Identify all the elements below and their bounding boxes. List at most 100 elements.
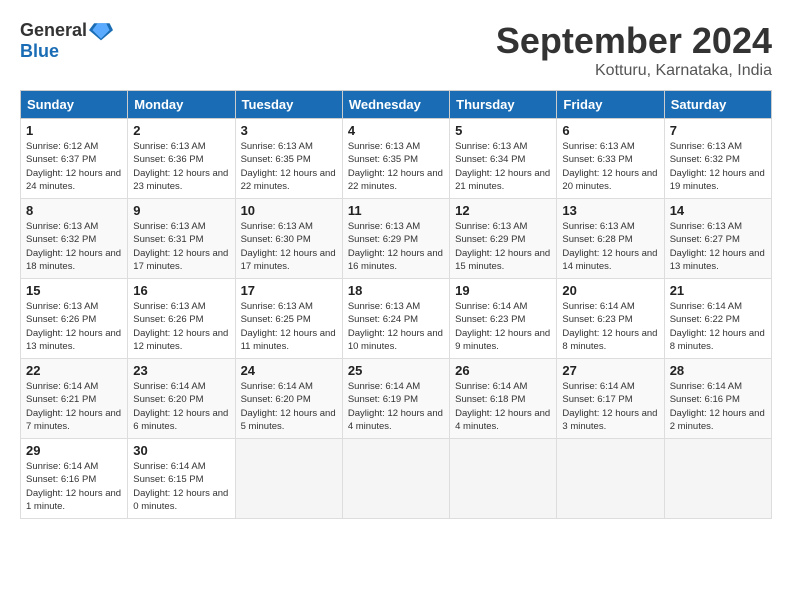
day-number: 1 xyxy=(26,123,122,138)
day-info: Sunrise: 6:13 AMSunset: 6:34 PMDaylight:… xyxy=(455,140,551,193)
calendar-week-1: 1 Sunrise: 6:12 AMSunset: 6:37 PMDaylight… xyxy=(21,119,772,199)
day-number: 20 xyxy=(562,283,658,298)
day-number: 17 xyxy=(241,283,337,298)
day-number: 16 xyxy=(133,283,229,298)
table-row: 20 Sunrise: 6:14 AMSunset: 6:23 PMDayligh… xyxy=(557,279,664,359)
logo-icon xyxy=(89,21,113,41)
table-row: 12 Sunrise: 6:13 AMSunset: 6:29 PMDayligh… xyxy=(450,199,557,279)
calendar-week-4: 22 Sunrise: 6:14 AMSunset: 6:21 PMDayligh… xyxy=(21,359,772,439)
day-info: Sunrise: 6:13 AMSunset: 6:32 PMDaylight:… xyxy=(26,220,122,273)
day-number: 22 xyxy=(26,363,122,378)
day-info: Sunrise: 6:14 AMSunset: 6:15 PMDaylight:… xyxy=(133,460,229,513)
header: General Blue September 2024 Kotturu, Kar… xyxy=(20,20,772,80)
table-row: 28 Sunrise: 6:14 AMSunset: 6:16 PMDayligh… xyxy=(664,359,771,439)
day-number: 27 xyxy=(562,363,658,378)
logo-general: General xyxy=(20,20,87,41)
day-number: 29 xyxy=(26,443,122,458)
col-monday: Monday xyxy=(128,91,235,119)
table-row: 9 Sunrise: 6:13 AMSunset: 6:31 PMDaylight… xyxy=(128,199,235,279)
day-number: 28 xyxy=(670,363,766,378)
logo-text: General xyxy=(20,20,113,41)
day-info: Sunrise: 6:13 AMSunset: 6:27 PMDaylight:… xyxy=(670,220,766,273)
day-info: Sunrise: 6:14 AMSunset: 6:20 PMDaylight:… xyxy=(133,380,229,433)
day-info: Sunrise: 6:13 AMSunset: 6:25 PMDaylight:… xyxy=(241,300,337,353)
table-row: 13 Sunrise: 6:13 AMSunset: 6:28 PMDayligh… xyxy=(557,199,664,279)
day-info: Sunrise: 6:13 AMSunset: 6:33 PMDaylight:… xyxy=(562,140,658,193)
table-row xyxy=(342,439,449,519)
day-number: 24 xyxy=(241,363,337,378)
table-row xyxy=(664,439,771,519)
month-title: September 2024 xyxy=(496,20,772,62)
col-thursday: Thursday xyxy=(450,91,557,119)
day-info: Sunrise: 6:12 AMSunset: 6:37 PMDaylight:… xyxy=(26,140,122,193)
logo-blue: Blue xyxy=(20,41,59,62)
calendar-body: 1 Sunrise: 6:12 AMSunset: 6:37 PMDaylight… xyxy=(21,119,772,519)
table-row: 25 Sunrise: 6:14 AMSunset: 6:19 PMDayligh… xyxy=(342,359,449,439)
table-row: 24 Sunrise: 6:14 AMSunset: 6:20 PMDayligh… xyxy=(235,359,342,439)
table-row: 8 Sunrise: 6:13 AMSunset: 6:32 PMDaylight… xyxy=(21,199,128,279)
day-number: 25 xyxy=(348,363,444,378)
day-info: Sunrise: 6:14 AMSunset: 6:23 PMDaylight:… xyxy=(455,300,551,353)
table-row: 6 Sunrise: 6:13 AMSunset: 6:33 PMDaylight… xyxy=(557,119,664,199)
day-number: 14 xyxy=(670,203,766,218)
day-info: Sunrise: 6:13 AMSunset: 6:26 PMDaylight:… xyxy=(133,300,229,353)
table-row: 30 Sunrise: 6:14 AMSunset: 6:15 PMDayligh… xyxy=(128,439,235,519)
table-row: 11Sunrise: 6:13 AMSunset: 6:29 PMDayligh… xyxy=(342,199,449,279)
day-number: 13 xyxy=(562,203,658,218)
table-row xyxy=(557,439,664,519)
day-number: 10 xyxy=(241,203,337,218)
day-info: Sunrise: 6:13 AMSunset: 6:29 PMDaylight:… xyxy=(348,220,444,273)
day-info: Sunrise: 6:14 AMSunset: 6:16 PMDaylight:… xyxy=(670,380,766,433)
day-info: Sunrise: 6:13 AMSunset: 6:24 PMDaylight:… xyxy=(348,300,444,353)
table-row: 2 Sunrise: 6:13 AMSunset: 6:36 PMDaylight… xyxy=(128,119,235,199)
day-number: 2 xyxy=(133,123,229,138)
table-row: 10 Sunrise: 6:13 AMSunset: 6:30 PMDayligh… xyxy=(235,199,342,279)
day-info: Sunrise: 6:13 AMSunset: 6:30 PMDaylight:… xyxy=(241,220,337,273)
day-number: 21 xyxy=(670,283,766,298)
table-row: 18 Sunrise: 6:13 AMSunset: 6:24 PMDayligh… xyxy=(342,279,449,359)
calendar-week-3: 15Sunrise: 6:13 AMSunset: 6:26 PMDayligh… xyxy=(21,279,772,359)
day-info: Sunrise: 6:13 AMSunset: 6:31 PMDaylight:… xyxy=(133,220,229,273)
day-number: 6 xyxy=(562,123,658,138)
day-number: 4 xyxy=(348,123,444,138)
table-row: 21Sunrise: 6:14 AMSunset: 6:22 PMDayligh… xyxy=(664,279,771,359)
day-info: Sunrise: 6:13 AMSunset: 6:35 PMDaylight:… xyxy=(241,140,337,193)
day-info: Sunrise: 6:14 AMSunset: 6:21 PMDaylight:… xyxy=(26,380,122,433)
day-info: Sunrise: 6:13 AMSunset: 6:32 PMDaylight:… xyxy=(670,140,766,193)
day-number: 3 xyxy=(241,123,337,138)
day-number: 8 xyxy=(26,203,122,218)
col-tuesday: Tuesday xyxy=(235,91,342,119)
day-info: Sunrise: 6:14 AMSunset: 6:20 PMDaylight:… xyxy=(241,380,337,433)
day-info: Sunrise: 6:13 AMSunset: 6:28 PMDaylight:… xyxy=(562,220,658,273)
page: General Blue September 2024 Kotturu, Kar… xyxy=(0,0,792,529)
day-number: 9 xyxy=(133,203,229,218)
table-row: 1 Sunrise: 6:12 AMSunset: 6:37 PMDaylight… xyxy=(21,119,128,199)
table-row: 7Sunrise: 6:13 AMSunset: 6:32 PMDaylight… xyxy=(664,119,771,199)
day-number: 30 xyxy=(133,443,229,458)
day-info: Sunrise: 6:14 AMSunset: 6:16 PMDaylight:… xyxy=(26,460,122,513)
col-friday: Friday xyxy=(557,91,664,119)
calendar: Sunday Monday Tuesday Wednesday Thursday… xyxy=(20,90,772,519)
day-number: 19 xyxy=(455,283,551,298)
col-sunday: Sunday xyxy=(21,91,128,119)
day-number: 26 xyxy=(455,363,551,378)
table-row: 3 Sunrise: 6:13 AMSunset: 6:35 PMDaylight… xyxy=(235,119,342,199)
table-row: 22 Sunrise: 6:14 AMSunset: 6:21 PMDayligh… xyxy=(21,359,128,439)
day-info: Sunrise: 6:14 AMSunset: 6:23 PMDaylight:… xyxy=(562,300,658,353)
title-block: September 2024 Kotturu, Karnataka, India xyxy=(496,20,772,80)
day-info: Sunrise: 6:14 AMSunset: 6:17 PMDaylight:… xyxy=(562,380,658,433)
day-number: 18 xyxy=(348,283,444,298)
day-info: Sunrise: 6:13 AMSunset: 6:26 PMDaylight:… xyxy=(26,300,122,353)
table-row: 4Sunrise: 6:13 AMSunset: 6:35 PMDaylight… xyxy=(342,119,449,199)
table-row: 27 Sunrise: 6:14 AMSunset: 6:17 PMDayligh… xyxy=(557,359,664,439)
calendar-week-5: 29 Sunrise: 6:14 AMSunset: 6:16 PMDayligh… xyxy=(21,439,772,519)
day-number: 5 xyxy=(455,123,551,138)
day-info: Sunrise: 6:13 AMSunset: 6:36 PMDaylight:… xyxy=(133,140,229,193)
calendar-week-2: 8 Sunrise: 6:13 AMSunset: 6:32 PMDaylight… xyxy=(21,199,772,279)
table-row: 15Sunrise: 6:13 AMSunset: 6:26 PMDayligh… xyxy=(21,279,128,359)
table-row: 23Sunrise: 6:14 AMSunset: 6:20 PMDayligh… xyxy=(128,359,235,439)
day-info: Sunrise: 6:14 AMSunset: 6:19 PMDaylight:… xyxy=(348,380,444,433)
day-info: Sunrise: 6:13 AMSunset: 6:29 PMDaylight:… xyxy=(455,220,551,273)
day-number: 12 xyxy=(455,203,551,218)
logo: General Blue xyxy=(20,20,113,62)
